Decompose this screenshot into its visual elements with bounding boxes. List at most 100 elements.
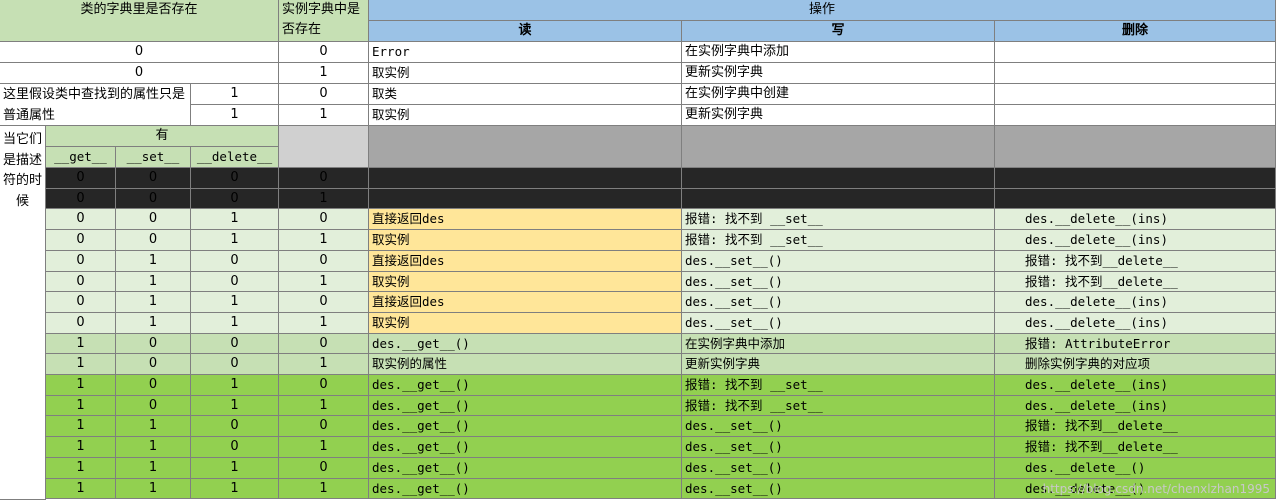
delete-flag-cell: 0 — [191, 272, 279, 292]
set-flag-cell: 0 — [116, 334, 191, 354]
get-flag-cell: 1 — [46, 479, 116, 499]
write-cell: 报错: 找不到 __set__ — [682, 230, 995, 251]
delete-cell — [995, 105, 1276, 126]
read-cell: 直接返回des — [369, 209, 682, 230]
col-header-set: __set__ — [116, 147, 191, 168]
instance-value-cell: 0 — [279, 416, 369, 437]
delete-flag-cell: 1 — [191, 313, 279, 334]
get-flag-cell: 1 — [46, 396, 116, 416]
gray-spacer — [682, 126, 995, 168]
get-flag-cell: 1 — [46, 458, 116, 479]
set-flag-cell: 1 — [116, 437, 191, 458]
note-normal-attribute: 这里假设类中查找到的属性只是普通属性 — [0, 84, 191, 126]
get-flag-cell: 0 — [46, 292, 116, 313]
class-value-cell: 1 — [191, 105, 279, 126]
delete-flag-cell: 1 — [191, 458, 279, 479]
gray-spacer — [995, 126, 1276, 168]
write-cell: 在实例字典中添加 — [682, 334, 995, 354]
write-cell: 更新实例字典 — [682, 63, 995, 84]
instance-value-cell: 1 — [279, 437, 369, 458]
instance-value-cell: 0 — [279, 209, 369, 230]
write-cell: 更新实例字典 — [682, 354, 995, 375]
delete-flag-cell: 1 — [191, 396, 279, 416]
get-flag-cell: 0 — [46, 209, 116, 230]
instance-value-cell: 1 — [279, 479, 369, 499]
delete-flag-cell: 0 — [191, 251, 279, 272]
delete-flag-cell: 0 — [191, 437, 279, 458]
header-class-exists: 类的字典里是否存在 — [0, 0, 279, 42]
delete-flag-cell: 0 — [191, 189, 279, 209]
gray-spacer — [279, 126, 369, 168]
write-cell: des.__set__() — [682, 251, 995, 272]
get-flag-cell: 0 — [46, 272, 116, 292]
delete-cell: 删除实例字典的对应项 — [995, 354, 1276, 375]
delete-flag-cell: 1 — [191, 209, 279, 230]
get-flag-cell: 0 — [46, 189, 116, 209]
read-cell: 取类 — [369, 84, 682, 105]
delete-cell: des.__delete__(ins) — [995, 313, 1276, 334]
delete-flag-cell: 0 — [191, 168, 279, 189]
set-flag-cell: 0 — [116, 168, 191, 189]
instance-value-cell: 0 — [279, 292, 369, 313]
set-flag-cell: 0 — [116, 230, 191, 251]
write-cell: 更新实例字典 — [682, 105, 995, 126]
read-cell: des.__get__() — [369, 479, 682, 499]
read-cell: Error — [369, 42, 682, 63]
set-flag-cell: 0 — [116, 189, 191, 209]
header-delete: 删除 — [995, 21, 1276, 42]
delete-cell: des.__delete__() — [995, 458, 1276, 479]
set-flag-cell: 1 — [116, 251, 191, 272]
write-cell: des.__set__() — [682, 416, 995, 437]
watermark: https://blog.csdn.net/chenxlzhan1995 — [1042, 482, 1270, 496]
instance-value-cell: 1 — [279, 230, 369, 251]
delete-cell: 报错: 找不到__delete__ — [995, 437, 1276, 458]
col-header-get: __get__ — [46, 147, 116, 168]
read-cell: 取实例 — [369, 313, 682, 334]
instance-value-cell: 0 — [279, 168, 369, 189]
write-cell: des.__set__() — [682, 458, 995, 479]
delete-flag-cell: 1 — [191, 292, 279, 313]
instance-value-cell: 0 — [279, 251, 369, 272]
get-flag-cell: 1 — [46, 375, 116, 396]
read-cell: 取实例 — [369, 105, 682, 126]
set-flag-cell: 1 — [116, 292, 191, 313]
delete-cell: 报错: 找不到__delete__ — [995, 251, 1276, 272]
set-flag-cell: 1 — [116, 313, 191, 334]
write-cell: 报错: 找不到 __set__ — [682, 396, 995, 416]
instance-value-cell: 1 — [279, 272, 369, 292]
write-cell: 在实例字典中创建 — [682, 84, 995, 105]
set-flag-cell: 0 — [116, 354, 191, 375]
header-write: 写 — [682, 21, 995, 42]
write-cell: des.__set__() — [682, 292, 995, 313]
instance-value-cell: 1 — [279, 354, 369, 375]
delete-flag-cell: 0 — [191, 416, 279, 437]
instance-value-cell: 1 — [279, 396, 369, 416]
delete-cell — [995, 84, 1276, 105]
read-cell: 直接返回des — [369, 292, 682, 313]
get-flag-cell: 1 — [46, 334, 116, 354]
read-cell: 取实例 — [369, 272, 682, 292]
delete-cell: 报错: 找不到__delete__ — [995, 272, 1276, 292]
delete-cell — [995, 189, 1276, 209]
header-read: 读 — [369, 21, 682, 42]
set-flag-cell: 1 — [116, 458, 191, 479]
read-cell: 直接返回des — [369, 251, 682, 272]
get-flag-cell: 0 — [46, 168, 116, 189]
read-cell — [369, 189, 682, 209]
write-cell — [682, 189, 995, 209]
instance-value-cell: 1 — [279, 189, 369, 209]
get-flag-cell: 1 — [46, 416, 116, 437]
instance-value-cell: 0 — [279, 334, 369, 354]
read-cell: des.__get__() — [369, 458, 682, 479]
write-cell: des.__set__() — [682, 313, 995, 334]
class-value-cell: 0 — [0, 63, 279, 84]
delete-cell: des.__delete__(ins) — [995, 375, 1276, 396]
instance-value-cell: 0 — [279, 458, 369, 479]
delete-cell: des.__delete__(ins) — [995, 396, 1276, 416]
instance-value-cell: 0 — [279, 375, 369, 396]
read-cell: des.__get__() — [369, 375, 682, 396]
delete-flag-cell: 0 — [191, 354, 279, 375]
delete-cell: 报错: 找不到__delete__ — [995, 416, 1276, 437]
instance-value-cell: 1 — [279, 313, 369, 334]
delete-flag-cell: 1 — [191, 230, 279, 251]
